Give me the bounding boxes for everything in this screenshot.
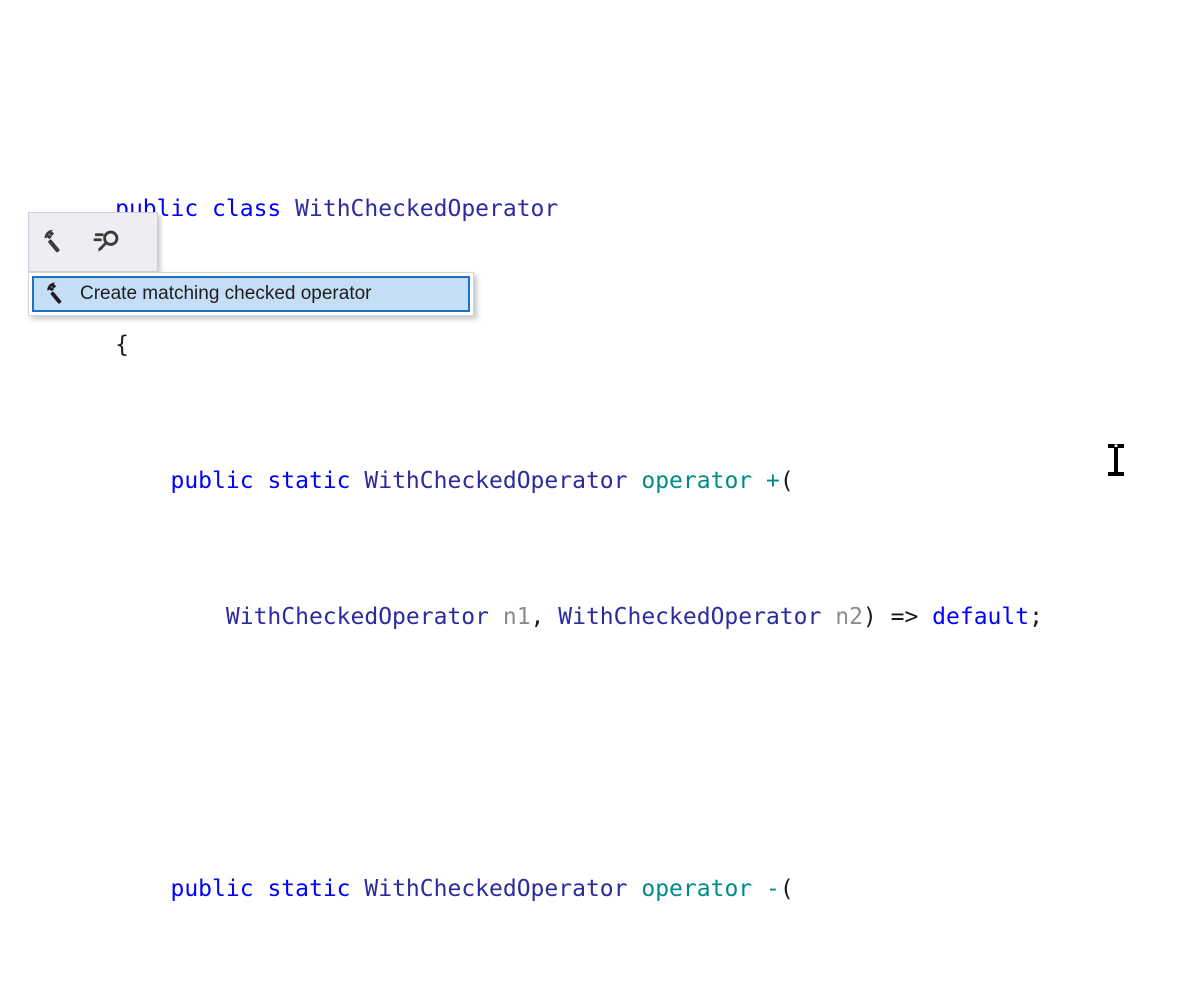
- code-token-type: WithCheckedOperator: [558, 604, 822, 630]
- code-line: public static WithCheckedOperator operat…: [32, 838, 1043, 902]
- code-token-operator-keyword: operator: [641, 468, 753, 494]
- code-token-keyword: static: [267, 876, 351, 902]
- code-line: public static WithCheckedOperator operat…: [32, 430, 1043, 494]
- code-token-arrow: ) =>: [862, 604, 933, 630]
- code-token-keyword: default: [932, 604, 1030, 630]
- code-token-keyword: class: [212, 196, 282, 222]
- quick-actions-preview-changes-button[interactable]: [81, 220, 133, 264]
- code-token-parameter: n1: [502, 604, 531, 630]
- hammer-icon: [34, 278, 80, 310]
- code-token-brace: {: [115, 332, 129, 358]
- code-token-type: WithCheckedOperator: [364, 876, 628, 902]
- code-editor-surface[interactable]: public class WithCheckedOperator { publi…: [0, 0, 1200, 902]
- i-beam-cursor: [1105, 443, 1127, 477]
- code-token-indent: [115, 604, 226, 630]
- code-token-parameter: n2: [835, 604, 863, 630]
- code-token-keyword: static: [267, 468, 351, 494]
- hammer-icon: [40, 227, 70, 257]
- menu-item[interactable]: Create matching checked operator: [32, 276, 470, 312]
- code-line: WithCheckedOperator n1, WithCheckedOpera…: [32, 566, 1043, 630]
- quick-actions-apply-fix-button[interactable]: [29, 220, 81, 264]
- code-token-indent: [115, 468, 170, 494]
- code-token-paren: (: [779, 468, 794, 494]
- quick-actions-toolbar[interactable]: [28, 212, 158, 272]
- code-token-type: WithCheckedOperator: [295, 196, 559, 222]
- code-token-keyword: public: [170, 468, 254, 494]
- code-token-type: WithCheckedOperator: [225, 604, 489, 630]
- code-token-semicolon: ;: [1029, 604, 1043, 630]
- code-token-paren: (: [779, 876, 794, 902]
- code-token-operator-symbol: -: [766, 876, 780, 902]
- code-token-keyword: public: [170, 876, 254, 902]
- code-line: WithCheckedOperator n1, WithCheckedOpera…: [32, 974, 1043, 1000]
- code-token-operator-keyword: operator: [641, 876, 753, 902]
- menu-item-label: Create matching checked operator: [80, 283, 372, 304]
- code-line: public class WithCheckedOperator: [32, 158, 1043, 222]
- code-token-operator-symbol: +: [766, 468, 780, 494]
- code-token-comma: ,: [530, 604, 559, 630]
- code-text-region[interactable]: public class WithCheckedOperator { publi…: [32, 56, 1043, 1000]
- quick-actions-suggestion-popup[interactable]: Create matching checked operator: [28, 272, 474, 316]
- preview-changes-icon: [92, 227, 122, 257]
- code-token-indent: [115, 876, 170, 902]
- code-token-type: WithCheckedOperator: [364, 468, 628, 494]
